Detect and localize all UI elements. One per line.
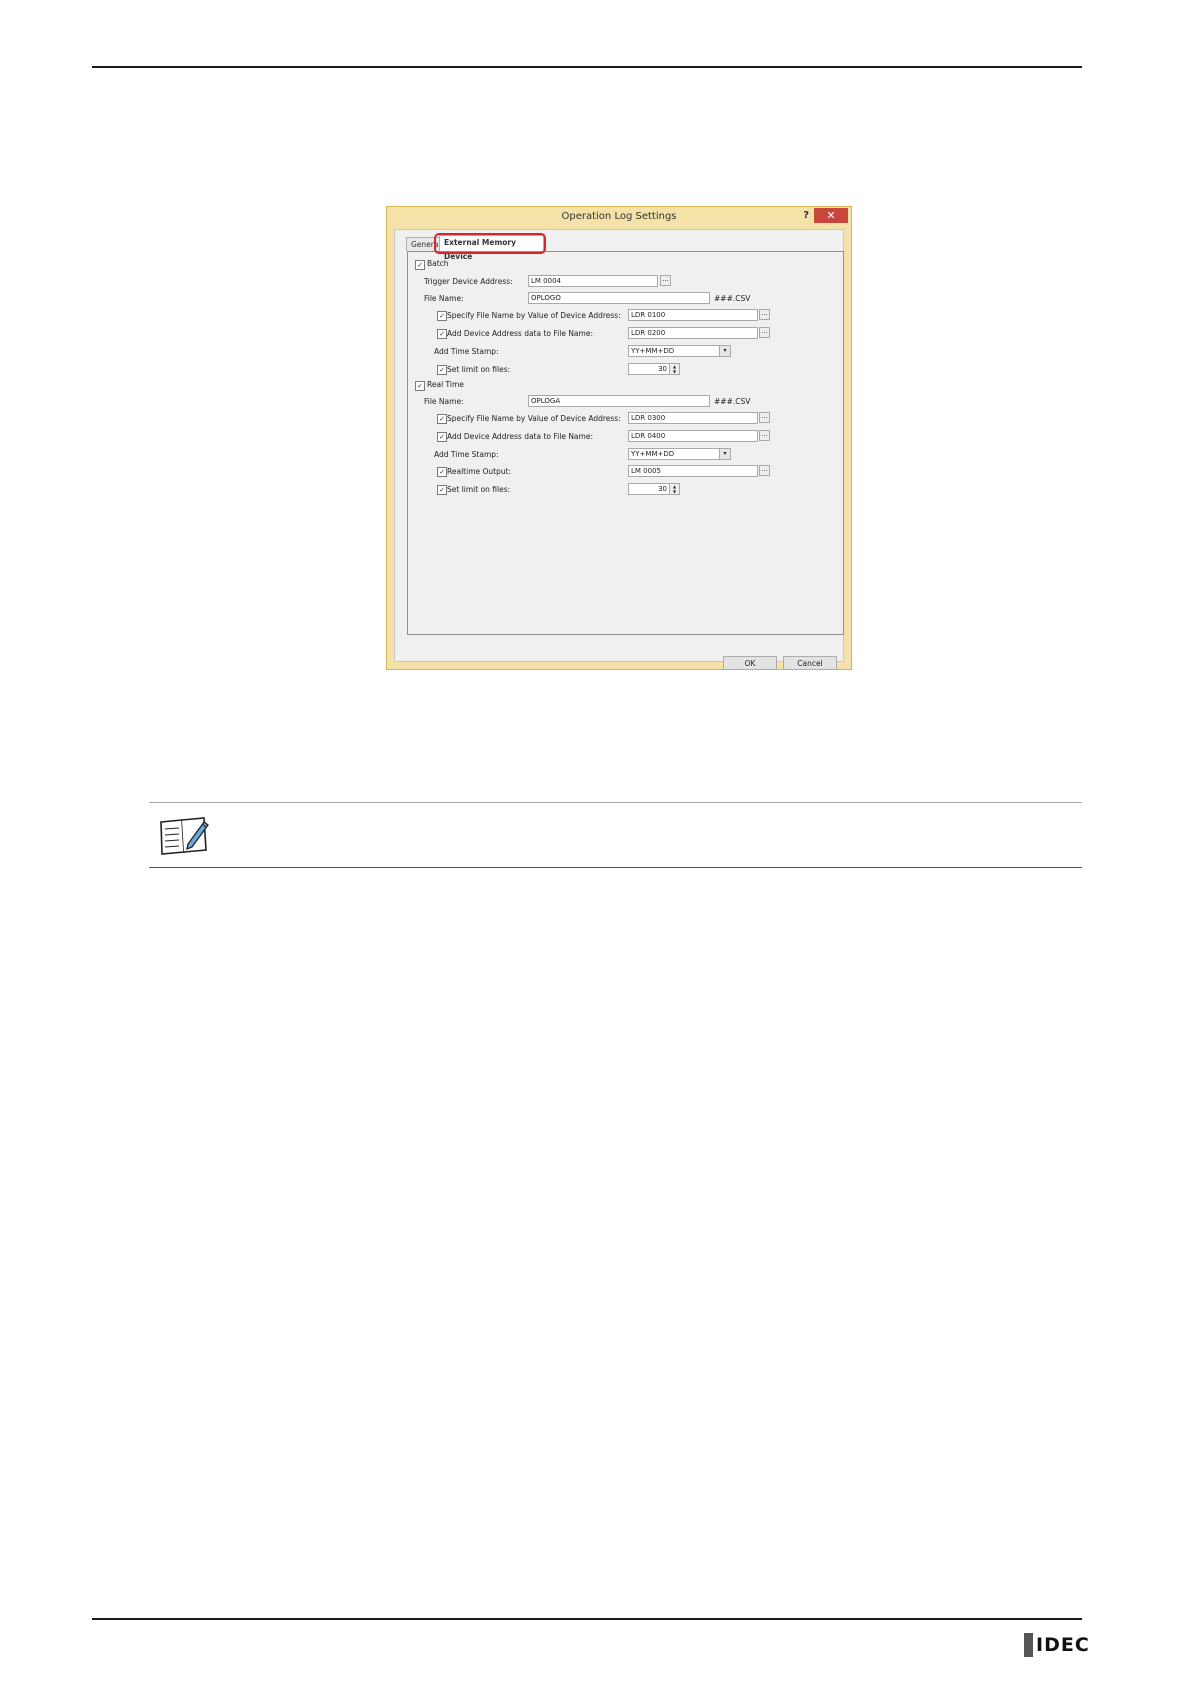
dialog-titlebar: Operation Log Settings ? ✕ xyxy=(387,207,851,229)
batch-specify-checkbox[interactable]: ✓ xyxy=(437,311,447,321)
batch-limit-checkbox[interactable]: ✓ xyxy=(437,365,447,375)
realtime-label: Real Time xyxy=(427,380,464,389)
realtime-add-checkbox[interactable]: ✓ xyxy=(437,432,447,442)
realtime-limit-label: Set limit on files: xyxy=(447,485,511,494)
note-pencil-icon xyxy=(160,817,209,855)
batch-time-stamp-value: YY+MM+DD xyxy=(631,347,675,355)
spin-arrows-icon[interactable]: ▲ ▼ xyxy=(669,484,679,494)
batch-time-stamp-select[interactable]: YY+MM+DD ▾ xyxy=(628,345,731,357)
chevron-down-icon[interactable]: ▾ xyxy=(719,449,730,459)
batch-limit-value: 30 xyxy=(658,365,667,373)
realtime-add-browse-button[interactable]: ... xyxy=(759,430,770,441)
cancel-button[interactable]: Cancel xyxy=(783,656,837,670)
batch-specify-input[interactable]: LDR 0100 xyxy=(628,309,758,321)
batch-file-name-label: File Name: xyxy=(424,294,464,303)
tab-highlight-frame xyxy=(434,233,546,254)
trigger-device-input[interactable]: LM 0004 xyxy=(528,275,658,287)
batch-limit-label: Set limit on files: xyxy=(447,365,511,374)
realtime-time-stamp-value: YY+MM+DD xyxy=(631,450,675,458)
chevron-down-icon[interactable]: ▾ xyxy=(719,346,730,356)
realtime-limit-checkbox[interactable]: ✓ xyxy=(437,485,447,495)
realtime-add-input[interactable]: LDR 0400 xyxy=(628,430,758,442)
footer-rule xyxy=(92,1618,1082,1620)
trigger-browse-button[interactable]: ... xyxy=(660,275,671,286)
trigger-device-label: Trigger Device Address: xyxy=(424,277,513,286)
tab-panel: ✓ Batch Trigger Device Address: LM 0004 … xyxy=(407,251,844,635)
ok-button[interactable]: OK xyxy=(723,656,777,670)
logo-text: IDEC xyxy=(1036,1634,1090,1656)
batch-specify-browse-button[interactable]: ... xyxy=(759,309,770,320)
batch-add-browse-button[interactable]: ... xyxy=(759,327,770,338)
realtime-time-stamp-label: Add Time Stamp: xyxy=(434,450,499,459)
dialog-client: General External Memory Device ✓ Batch T… xyxy=(394,229,844,670)
realtime-specify-input[interactable]: LDR 0300 xyxy=(628,412,758,424)
header-rule xyxy=(92,66,1082,68)
batch-file-name-input[interactable]: OPLOGO xyxy=(528,292,710,304)
batch-specify-label: Specify File Name by Value of Device Add… xyxy=(447,311,621,320)
idec-logo: IDEC xyxy=(1024,1633,1089,1657)
realtime-file-name-input[interactable]: OPLOGA xyxy=(528,395,710,407)
note-top-rule xyxy=(149,802,1082,803)
batch-add-label: Add Device Address data to File Name: xyxy=(447,329,593,338)
realtime-specify-checkbox[interactable]: ✓ xyxy=(437,414,447,424)
realtime-output-input[interactable]: LM 0005 xyxy=(628,465,758,477)
realtime-output-checkbox[interactable]: ✓ xyxy=(437,467,447,477)
batch-file-ext: ###.CSV xyxy=(714,294,751,303)
dialog-title: Operation Log Settings xyxy=(561,211,677,222)
batch-checkbox[interactable]: ✓ xyxy=(415,260,425,270)
realtime-file-ext: ###.CSV xyxy=(714,397,751,406)
note-bottom-rule xyxy=(149,867,1082,868)
realtime-file-name-label: File Name: xyxy=(424,397,464,406)
help-icon[interactable]: ? xyxy=(803,210,809,221)
realtime-output-browse-button[interactable]: ... xyxy=(759,465,770,476)
logo-bar xyxy=(1024,1633,1033,1657)
realtime-limit-value: 30 xyxy=(658,485,667,493)
batch-add-input[interactable]: LDR 0200 xyxy=(628,327,758,339)
realtime-checkbox[interactable]: ✓ xyxy=(415,381,425,391)
spin-arrows-icon[interactable]: ▲ ▼ xyxy=(669,364,679,374)
realtime-time-stamp-select[interactable]: YY+MM+DD ▾ xyxy=(628,448,731,460)
realtime-output-label: Realtime Output: xyxy=(447,467,512,476)
realtime-limit-stepper[interactable]: 30 ▲ ▼ xyxy=(628,483,680,495)
close-button[interactable]: ✕ xyxy=(814,208,848,223)
realtime-add-label: Add Device Address data to File Name: xyxy=(447,432,593,441)
batch-time-stamp-label: Add Time Stamp: xyxy=(434,347,499,356)
realtime-specify-label: Specify File Name by Value of Device Add… xyxy=(447,414,621,423)
batch-add-checkbox[interactable]: ✓ xyxy=(437,329,447,339)
operation-log-settings-dialog: Operation Log Settings ? ✕ General Exter… xyxy=(386,206,852,670)
batch-limit-stepper[interactable]: 30 ▲ ▼ xyxy=(628,363,680,375)
realtime-specify-browse-button[interactable]: ... xyxy=(759,412,770,423)
